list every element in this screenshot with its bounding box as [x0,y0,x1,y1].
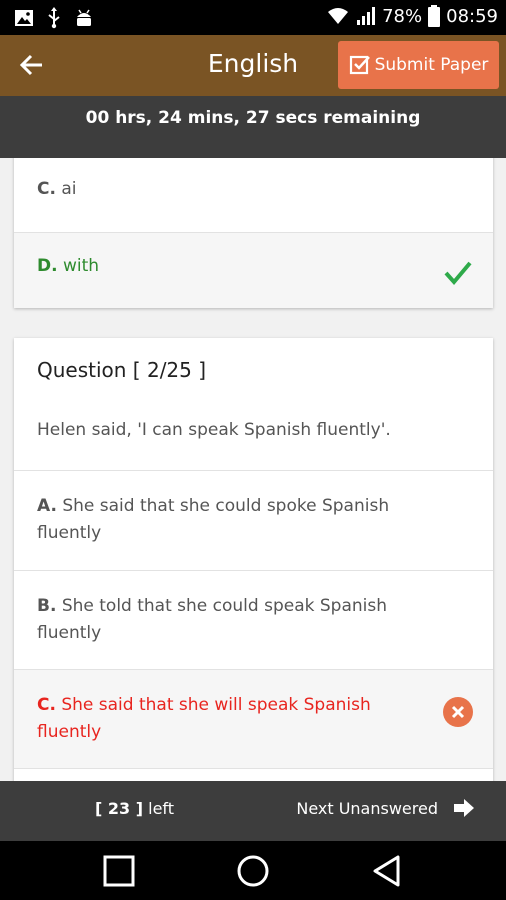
image-icon [15,10,33,26]
option-letter: D. [37,256,58,276]
option-text: ai [61,179,77,199]
questions-left-label: left [148,799,175,818]
option-text-line1: She said that she could spoke Spanish [62,496,390,516]
option-a[interactable]: A. She said that she could spoke Spanish… [14,470,493,570]
clock: 08:59 [446,5,498,27]
battery-icon [428,5,441,27]
timer-bar: 00 hrs, 24 mins, 27 secs remaining [0,96,506,158]
next-unanswered-label: Next Unanswered [296,798,438,818]
navigation-bar [0,841,506,900]
signal-icon [357,7,376,25]
check-icon [444,261,472,286]
back-nav-icon[interactable] [370,854,404,888]
next-unanswered-button[interactable]: Next Unanswered [296,797,476,819]
android-icon [77,9,91,26]
status-bar: 78% 08:59 [0,0,506,35]
option-d[interactable] [14,768,493,781]
option-letter: B. [37,596,57,616]
option-letter: A. [37,496,57,516]
question-text: Helen said, 'I can speak Spanish fluentl… [37,420,391,440]
battery-percent: 78% [382,5,423,27]
usb-icon [48,7,60,29]
question-list[interactable]: C. ai D. with Question [ 2/25 ] Helen sa… [0,158,506,781]
notification-icons [14,7,94,29]
question-header: Question [ 2/25 ] [37,358,207,382]
previous-question-card: C. ai D. with [14,158,493,308]
option-text-line2: fluently [37,523,102,543]
option-d[interactable]: D. with [14,232,493,308]
option-c[interactable]: C. ai [14,158,493,232]
question-card: Question [ 2/25 ] Helen said, 'I can spe… [14,338,493,781]
option-letter: C. [37,695,56,715]
home-icon[interactable] [236,854,270,888]
submit-paper-button[interactable]: Submit Paper [338,41,499,89]
option-text-line1: She said that she will speak Spanish [61,695,371,715]
arrow-right-icon [454,799,474,817]
wrong-answer-icon [443,697,473,727]
option-c[interactable]: C. She said that she will speak Spanish … [14,669,493,768]
option-letter: C. [37,179,56,199]
submit-paper-label: Submit Paper [374,55,489,75]
questions-left-count: [ 23 ] [95,799,144,818]
option-b[interactable]: B. She told that she could speak Spanish… [14,570,493,669]
system-status: 78% 08:59 [326,5,498,27]
questions-left: [ 23 ] left [95,799,174,818]
option-text-line2: fluently [37,722,102,742]
recent-apps-icon[interactable] [102,854,136,888]
checkbox-icon [349,55,370,75]
app-bar: English Submit Paper [0,35,506,96]
option-text-line1: She told that she could speak Spanish [61,596,388,616]
wifi-icon [328,8,349,24]
time-remaining: 00 hrs, 24 mins, 27 secs remaining [85,108,421,128]
option-text: with [62,256,100,276]
option-text-line2: fluently [37,623,102,643]
bottom-bar: [ 23 ] left Next Unanswered [0,781,506,841]
